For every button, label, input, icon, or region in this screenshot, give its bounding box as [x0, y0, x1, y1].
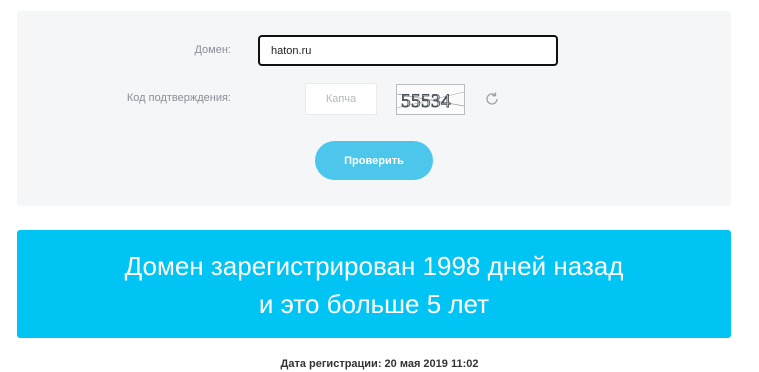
result-age-text: Домен зарегистрирован 1998 дней назад [124, 251, 624, 281]
captcha-image: 55534 [396, 84, 465, 115]
domain-input[interactable] [258, 35, 558, 66]
domain-label: Домен: [194, 44, 231, 56]
captcha-input[interactable] [305, 83, 377, 115]
result-banner: Домен зарегистрирован 1998 дней назад и … [17, 230, 731, 338]
captcha-label: Код подтверждения: [126, 92, 231, 104]
refresh-icon[interactable] [483, 90, 501, 108]
check-button[interactable]: Проверить [315, 141, 433, 180]
registration-date: Дата регистрации: 20 мая 2019 11:02 [280, 358, 479, 370]
check-form-panel: Домен: Код подтверждения: 55534 Проверит… [17, 11, 731, 206]
captcha-text: 55534 [401, 91, 451, 112]
result-summary-text: и это больше 5 лет [258, 289, 490, 319]
